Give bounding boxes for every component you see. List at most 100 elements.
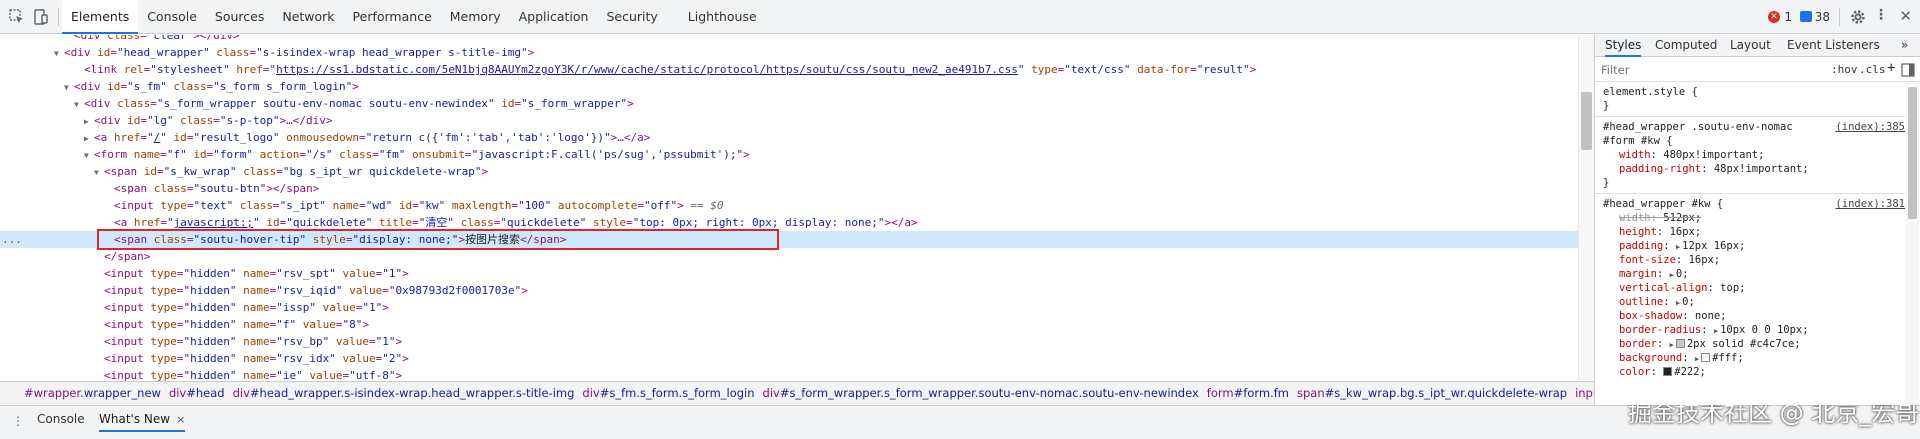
hover-state-button[interactable]: :hov — [1831, 63, 1858, 76]
dom-node-line[interactable]: <input type="text" class="s_ipt" name="w… — [104, 197, 723, 214]
tab-performance[interactable]: Performance — [344, 0, 441, 34]
tab-styles[interactable]: Styles — [1605, 35, 1642, 57]
breadcrumb-item[interactable]: #wrapper.wrapper_new — [0, 382, 165, 405]
tab-event-listeners[interactable]: Event Listeners — [1787, 35, 1880, 57]
close-icon[interactable]: × — [176, 413, 185, 426]
dom-node-line[interactable]: </span> — [94, 248, 150, 265]
rule-source-link[interactable]: (index):381 — [1835, 197, 1905, 211]
tab-memory[interactable]: Memory — [441, 0, 510, 34]
css-property[interactable]: font-size: 16px; — [1595, 253, 1905, 267]
expand-arrow-icon[interactable]: ▶ — [1670, 341, 1674, 349]
more-options-icon[interactable]: ⋮ — [1874, 7, 1888, 23]
dom-node-line[interactable]: <input type="hidden" name="f" value="8"> — [94, 316, 369, 333]
selected-node-menu[interactable]: ... — [2, 231, 22, 248]
collapsed-arrow-icon[interactable]: ▶ — [84, 130, 94, 147]
css-property[interactable]: color: #222; — [1595, 365, 1905, 379]
css-property[interactable]: width: 480px!important; — [1595, 148, 1905, 162]
close-icon[interactable]: ✕ — [1899, 7, 1912, 25]
css-property[interactable]: height: 16px; — [1595, 225, 1905, 239]
dom-node-line[interactable]: <input type="hidden" name="rsv_idx" valu… — [94, 350, 409, 367]
expand-arrow-icon[interactable]: ▶ — [1670, 271, 1674, 279]
rule-selector[interactable]: element.style { — [1595, 85, 1905, 99]
styles-filter-bar: :hov .cls + — [1595, 58, 1920, 82]
dom-node-line[interactable]: ▶ <div id="lg" class="s-p-top">…</div> — [84, 112, 332, 129]
styles-scrollbar-thumb[interactable] — [1908, 87, 1917, 219]
message-icon[interactable] — [1800, 11, 1812, 22]
expand-arrow-icon[interactable]: ▼ — [84, 147, 94, 164]
expand-arrow-icon[interactable]: ▶ — [1695, 355, 1699, 363]
css-property[interactable]: padding: ▶ 12px 16px; — [1595, 239, 1905, 253]
expand-arrow-icon[interactable]: ▶ — [1714, 327, 1718, 335]
dom-node-line[interactable]: <input type="hidden" name="rsv_bp" value… — [94, 333, 402, 350]
drawer-tab-console[interactable]: Console — [37, 406, 85, 432]
css-property[interactable]: outline: ▶ 0; — [1595, 295, 1905, 309]
tab-console[interactable]: Console — [138, 0, 206, 34]
tab-sources[interactable]: Sources — [206, 0, 273, 34]
inspect-element-icon[interactable] — [8, 8, 26, 26]
expand-arrow-icon[interactable]: ▼ — [64, 79, 74, 96]
drawer-tab-whats-new[interactable]: What's New × — [99, 406, 186, 432]
rule-selector[interactable]: #head_wrapper #kw { (index):381 — [1595, 197, 1905, 211]
dom-node-line[interactable]: ▶ <a href="/" id="result_logo" onmousedow… — [84, 129, 650, 146]
color-swatch-icon[interactable] — [1675, 339, 1685, 348]
computed-sidebar-toggle-icon[interactable] — [1901, 63, 1915, 77]
dom-node-line[interactable]: <span class="soutu-btn"></span> — [104, 180, 319, 197]
expand-arrow-icon[interactable]: ▼ — [94, 164, 104, 181]
tab-network[interactable]: Network — [273, 0, 343, 34]
css-property[interactable]: width: 512px; — [1595, 211, 1905, 225]
more-tabs-icon[interactable]: » — [1901, 35, 1908, 57]
error-icon[interactable]: ✕ — [1768, 11, 1780, 23]
css-property[interactable]: box-shadow: none; — [1595, 309, 1905, 323]
breadcrumb-item[interactable]: input#kw.s_ipt — [1571, 382, 1594, 405]
tab-security[interactable]: Security — [597, 0, 666, 34]
rule-selector[interactable]: #head_wrapper .soutu-env-nomac (index):3… — [1595, 120, 1905, 134]
device-toolbar-icon[interactable] — [32, 8, 50, 26]
new-rule-button[interactable]: + — [1887, 60, 1895, 76]
dom-node-line[interactable]: ▼ <div id="s_fm" class="s_form s_form_log… — [64, 78, 359, 95]
dom-node-line[interactable]: ▼ <div class="s_form_wrapper soutu-env-no… — [74, 95, 634, 112]
expand-arrow-icon[interactable]: ▶ — [1676, 299, 1680, 307]
breadcrumb-item[interactable]: div#head_wrapper.s-isindex-wrap.head_wra… — [229, 382, 579, 405]
rule-selector[interactable]: #form #kw { — [1595, 134, 1905, 148]
expand-arrow-icon[interactable]: ▼ — [74, 96, 84, 113]
tab-application[interactable]: Application — [510, 0, 598, 34]
expand-arrow-icon[interactable]: ▼ — [54, 45, 64, 62]
dom-scrollbar-thumb[interactable] — [1581, 92, 1592, 150]
error-count[interactable]: 1 — [1784, 10, 1792, 24]
css-property[interactable]: border: ▶ 2px solid #c4c7ce; — [1595, 337, 1905, 351]
dom-node-line[interactable]: ▼ <div id="head_wrapper" class="s-isindex… — [54, 44, 534, 61]
expand-arrow-icon[interactable]: ▶ — [1676, 243, 1680, 251]
dom-scrollbar[interactable] — [1578, 35, 1594, 381]
message-count[interactable]: 38 — [1815, 10, 1830, 24]
dom-node-line[interactable]: <input type="hidden" name="ie" value="ut… — [94, 367, 402, 381]
color-swatch-icon[interactable] — [1663, 367, 1673, 376]
dom-node-line[interactable]: <input type="hidden" name="rsv_spt" valu… — [94, 265, 409, 282]
css-property[interactable]: border-radius: ▶ 10px 0 0 10px; — [1595, 323, 1905, 337]
breadcrumb-item[interactable]: span#s_kw_wrap.bg.s_ipt_wr.quickdelete-w… — [1293, 382, 1571, 405]
dom-node-line[interactable]: <input type="hidden" name="rsv_iqid" val… — [94, 282, 528, 299]
collapsed-arrow-icon[interactable]: ▶ — [84, 113, 94, 130]
styles-filter-input[interactable] — [1601, 61, 1761, 79]
dom-node-line[interactable]: <link rel="stylesheet" href="https://ss1… — [74, 61, 1256, 78]
drawer-menu-icon[interactable]: ⋮ — [12, 414, 24, 428]
breadcrumb-item[interactable]: div#s_form_wrapper.s_form_wrapper.soutu-… — [759, 382, 1203, 405]
tab-layout[interactable]: Layout — [1730, 35, 1771, 57]
gear-icon[interactable] — [1849, 8, 1867, 26]
tab-elements[interactable]: Elements — [62, 0, 139, 34]
css-property[interactable]: margin: ▶ 0; — [1595, 267, 1905, 281]
dom-node-line[interactable]: <input type="hidden" name="issp" value="… — [94, 299, 389, 316]
css-property[interactable]: background: ▶ #fff; — [1595, 351, 1905, 365]
rule-source-link[interactable]: (index):385 — [1835, 120, 1905, 134]
tab-lighthouse[interactable]: Lighthouse — [679, 0, 766, 34]
css-property[interactable]: vertical-align: top; — [1595, 281, 1905, 295]
css-property[interactable]: padding-right: 48px!important; — [1595, 162, 1905, 176]
breadcrumb-item[interactable]: div#s_fm.s_form.s_form_login — [578, 382, 758, 405]
breadcrumb-item[interactable]: form#form.fm — [1203, 382, 1293, 405]
breadcrumb-item[interactable]: div#head — [165, 382, 229, 405]
class-toggle-button[interactable]: .cls — [1859, 63, 1886, 76]
dom-node-line[interactable]: ▼ <form name="f" id="form" action="/s" cl… — [84, 146, 750, 163]
tab-computed[interactable]: Computed — [1655, 35, 1717, 57]
dom-node-line[interactable]: ▼ <span id="s_kw_wrap" class="bg s_ipt_wr… — [94, 163, 488, 180]
color-swatch-icon[interactable] — [1701, 353, 1711, 362]
dom-node-line[interactable]: <div class="clear"></div> — [64, 35, 240, 44]
